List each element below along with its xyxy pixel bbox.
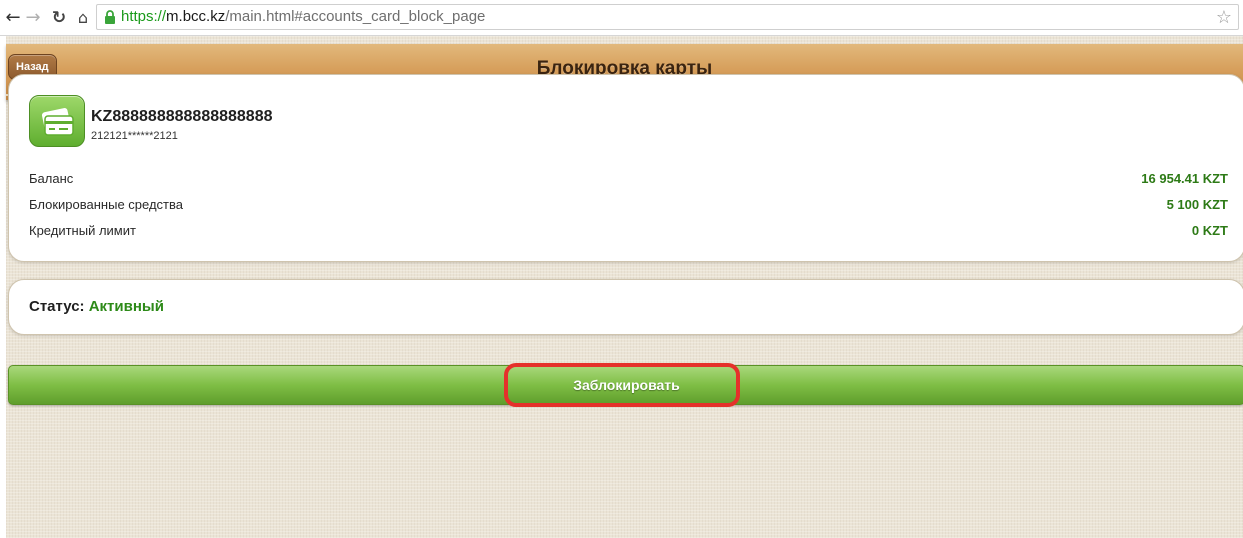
home-icon[interactable]: ⌂ <box>72 7 94 29</box>
balance-label: Баланс <box>29 171 74 186</box>
balance-value: 16 954.41 KZT <box>1141 171 1228 186</box>
block-card-button-label: Заблокировать <box>573 377 680 393</box>
account-number: KZ888888888888888888 <box>91 108 273 125</box>
url-scheme: https:// <box>121 8 167 25</box>
lock-icon <box>105 10 115 24</box>
blocked-funds-label: Блокированные средства <box>29 197 183 212</box>
status-row: Статус: Активный <box>29 298 164 315</box>
bookmark-star-icon[interactable]: ☆ <box>1216 7 1232 28</box>
masked-card-number: 212121******2121 <box>91 130 178 142</box>
address-bar[interactable]: https://m.bcc.kz/main.html#accounts_card… <box>96 4 1239 30</box>
url-path: /main.html#accounts_card_block_page <box>225 8 486 25</box>
credit-card-icon <box>29 95 85 147</box>
forward-arrow-icon[interactable]: → <box>22 7 44 29</box>
back-arrow-icon[interactable]: ← <box>2 7 24 29</box>
account-card-panel: KZ888888888888888888 212121******2121 Ба… <box>8 74 1243 262</box>
url-host: m.bcc.kz <box>166 8 226 25</box>
credit-limit-label: Кредитный лимит <box>29 223 136 238</box>
blocked-funds-value: 5 100 KZT <box>1166 197 1228 212</box>
status-value: Активный <box>88 298 164 315</box>
url-text: https://m.bcc.kz/main.html#accounts_card… <box>121 8 485 26</box>
reload-icon[interactable]: ↻ <box>48 7 70 29</box>
block-card-button[interactable]: Заблокировать <box>8 365 1243 405</box>
browser-toolbar: ← → ↻ ⌂ https://m.bcc.kz/main.html#accou… <box>0 0 1243 36</box>
status-panel: Статус: Активный <box>8 279 1243 335</box>
status-label: Статус: <box>29 298 85 315</box>
credit-limit-value: 0 KZT <box>1191 223 1228 238</box>
